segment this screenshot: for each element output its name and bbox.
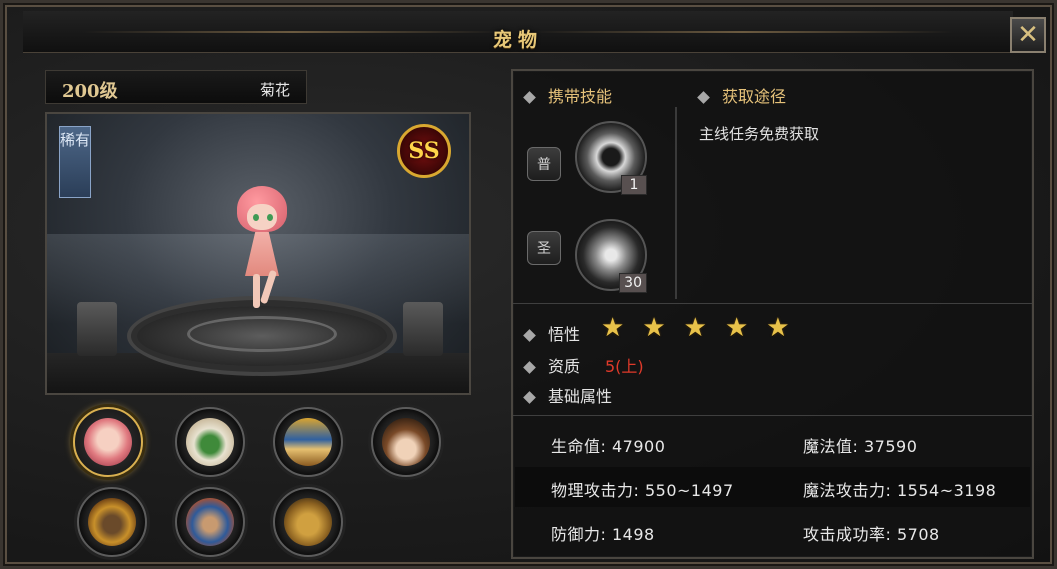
comprehension-label: 悟性 [523,321,580,345]
close-icon: ✕ [1017,20,1039,50]
pet-slot[interactable] [175,487,245,557]
stat-defense: 防御力: 1498 [551,525,655,544]
oni-mask-pet-icon [186,498,234,546]
pet-info-panel: 携带技能 获取途径 普 1 圣 30 主线任务免费获取 悟性 ★ ★ ★ ★ ★ [511,69,1034,559]
section-divider [513,415,1032,416]
star-icon: ★ [683,313,707,343]
stage-platform-ring [187,316,337,352]
pet-model-leg [253,274,260,308]
pet-name: 菊花 [259,81,290,99]
skill-slot[interactable]: 30 [575,219,647,293]
section-divider [513,303,1032,304]
horned-ogre-pet-icon [284,498,332,546]
pet-model-dress [245,232,279,276]
comprehension-stars: ★ ★ ★ ★ ★ [601,315,790,341]
pink-girl-pet-icon [84,418,132,466]
pet-model [233,186,293,316]
pet-model-eye [267,214,273,221]
helmet-warrior-pet-icon [88,498,136,546]
aptitude-label: 资质 [523,353,580,377]
diamond-bullet-icon [523,391,536,404]
star-icon: ★ [724,313,749,343]
stat-mp: 魔法值: 37590 [803,437,918,456]
clown-pet-icon [186,418,234,466]
diamond-bullet-icon [523,91,536,104]
obtain-method-text: 主线任务免费获取 [699,125,820,143]
pet-model-stage[interactable]: 稀有 SS [45,112,471,395]
skills-header: 携带技能 [523,83,612,107]
diamond-bullet-icon [697,91,710,104]
skills-divider [675,107,677,299]
stage-pillar [403,302,443,356]
aptitude-value: 5(上) [605,357,644,376]
pet-model-eye [253,214,259,221]
pet-slot[interactable] [175,407,245,477]
grade-badge: SS [397,124,451,178]
rarity-tag: 稀有 [59,126,91,198]
skill-type-badge: 圣 [527,231,561,265]
stage-pillar [77,302,117,356]
base-attributes-label: 基础属性 [523,383,612,407]
pet-level: 200级 [62,81,118,102]
skill-slot[interactable]: 1 [575,121,647,195]
pet-window: 宠物 ✕ 200级 菊花 稀有 SS 携带技能 获取途径 普 1 圣 30 主线… [0,0,1057,569]
witch-pet-icon [382,418,430,466]
obtain-header: 获取途径 [697,83,786,107]
diamond-bullet-icon [523,361,536,374]
pet-slot[interactable] [273,487,343,557]
stat-hp: 生命值: 47900 [551,437,666,456]
skill-level: 1 [621,175,647,195]
diamond-bullet-icon [523,329,536,342]
skill-level: 30 [619,273,647,293]
pet-name-bar: 200级 菊花 [45,70,307,104]
title-bar: 宠物 [23,11,1013,53]
pet-list [63,403,463,563]
stat-magic-attack: 魔法攻击力: 1554~3198 [803,481,997,500]
star-icon: ★ [766,313,790,343]
stat-hit-rate: 攻击成功率: 5708 [803,525,940,544]
close-button[interactable]: ✕ [1010,17,1046,53]
pharaoh-pet-icon [284,418,332,466]
pet-slot[interactable] [77,487,147,557]
stat-physical-attack: 物理攻击力: 550~1497 [551,481,734,500]
pet-slot[interactable] [371,407,441,477]
skill-type-badge: 普 [527,147,561,181]
pet-slot[interactable] [73,407,143,477]
star-icon: ★ [642,313,666,343]
star-icon: ★ [601,313,625,343]
window-title: 宠物 [492,29,543,51]
pet-slot[interactable] [273,407,343,477]
